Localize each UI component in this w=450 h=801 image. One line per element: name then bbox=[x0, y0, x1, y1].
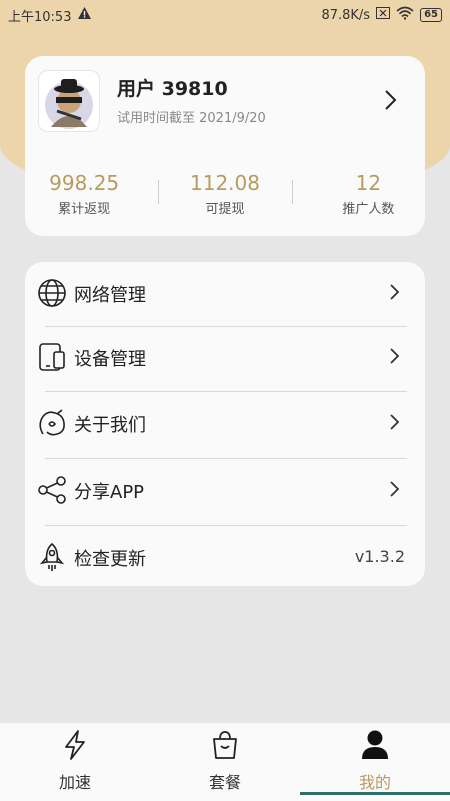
username: 用户 39810 bbox=[117, 78, 228, 100]
status-bar: 上午10:53 87.8K/s 65 bbox=[0, 0, 450, 30]
stat-value: 12 bbox=[355, 171, 382, 195]
menu-label: 关于我们 bbox=[74, 415, 146, 436]
version-text: v1.3.2 bbox=[354, 547, 405, 566]
menu-label: 网络管理 bbox=[74, 285, 146, 306]
device-icon bbox=[37, 342, 67, 372]
tab-plans[interactable]: 套餐 bbox=[150, 723, 300, 801]
stat-total-cashback[interactable]: 998.25 累计返现 bbox=[25, 170, 158, 220]
profile-card[interactable]: 用户 39810 试用时间截至 2021/9/20 998.25 累计返现 11… bbox=[25, 56, 425, 236]
lightning-icon bbox=[61, 729, 89, 765]
menu-label: 检查更新 bbox=[74, 549, 146, 570]
avatar[interactable] bbox=[38, 70, 100, 132]
stat-withdrawable[interactable]: 112.08 可提现 bbox=[158, 170, 291, 220]
chevron-right-icon[interactable] bbox=[381, 88, 399, 116]
trial-expiry-text: 试用时间截至 2021/9/20 bbox=[117, 111, 266, 126]
bottom-tab-bar: 加速 套餐 我的 bbox=[0, 722, 450, 801]
menu-label: 设备管理 bbox=[74, 349, 146, 370]
active-tab-indicator bbox=[300, 792, 450, 795]
warning-icon bbox=[77, 6, 92, 24]
chevron-right-icon bbox=[387, 479, 401, 503]
sim-off-icon bbox=[376, 7, 391, 23]
menu-item-device[interactable]: 设备管理 bbox=[25, 326, 425, 390]
stat-referrals[interactable]: 12 推广人数 bbox=[291, 170, 425, 220]
status-right: 87.8K/s 65 bbox=[321, 6, 442, 24]
user-icon bbox=[360, 729, 390, 765]
globe-icon bbox=[37, 278, 67, 308]
menu-label: 分享APP bbox=[74, 482, 145, 503]
status-left: 上午10:53 bbox=[8, 6, 92, 25]
tab-accelerate[interactable]: 加速 bbox=[0, 723, 150, 801]
status-time: 上午10:53 bbox=[8, 9, 72, 25]
battery-indicator: 65 bbox=[420, 8, 442, 22]
stat-value: 112.08 bbox=[190, 171, 260, 195]
stats-row: 998.25 累计返现 112.08 可提现 12 推广人数 bbox=[25, 170, 425, 220]
chevron-right-icon bbox=[387, 346, 401, 370]
tab-label: 加速 bbox=[58, 773, 91, 792]
stat-label: 累计返现 bbox=[58, 202, 111, 217]
wifi-icon bbox=[396, 6, 414, 24]
stat-label: 可提现 bbox=[205, 202, 245, 217]
tab-label: 套餐 bbox=[208, 773, 241, 792]
chevron-right-icon bbox=[387, 412, 401, 436]
menu-card: 网络管理 设备管理 关于我们 分享APP 检查更新 v1.3.2 bbox=[25, 262, 425, 586]
status-speed: 87.8K/s bbox=[321, 7, 371, 23]
rocket-icon bbox=[37, 542, 67, 572]
menu-item-share[interactable]: 分享APP bbox=[25, 459, 425, 523]
about-icon bbox=[37, 408, 67, 438]
menu-item-about[interactable]: 关于我们 bbox=[25, 392, 425, 456]
tab-mine[interactable]: 我的 bbox=[300, 723, 450, 801]
stat-value: 998.25 bbox=[49, 171, 120, 195]
bag-icon bbox=[210, 729, 240, 765]
share-icon bbox=[37, 475, 67, 505]
chevron-right-icon bbox=[387, 282, 401, 306]
menu-item-check-update[interactable]: 检查更新 v1.3.2 bbox=[25, 526, 425, 590]
menu-item-network[interactable]: 网络管理 bbox=[25, 262, 425, 326]
tab-label: 我的 bbox=[358, 773, 391, 792]
stat-label: 推广人数 bbox=[342, 202, 395, 217]
